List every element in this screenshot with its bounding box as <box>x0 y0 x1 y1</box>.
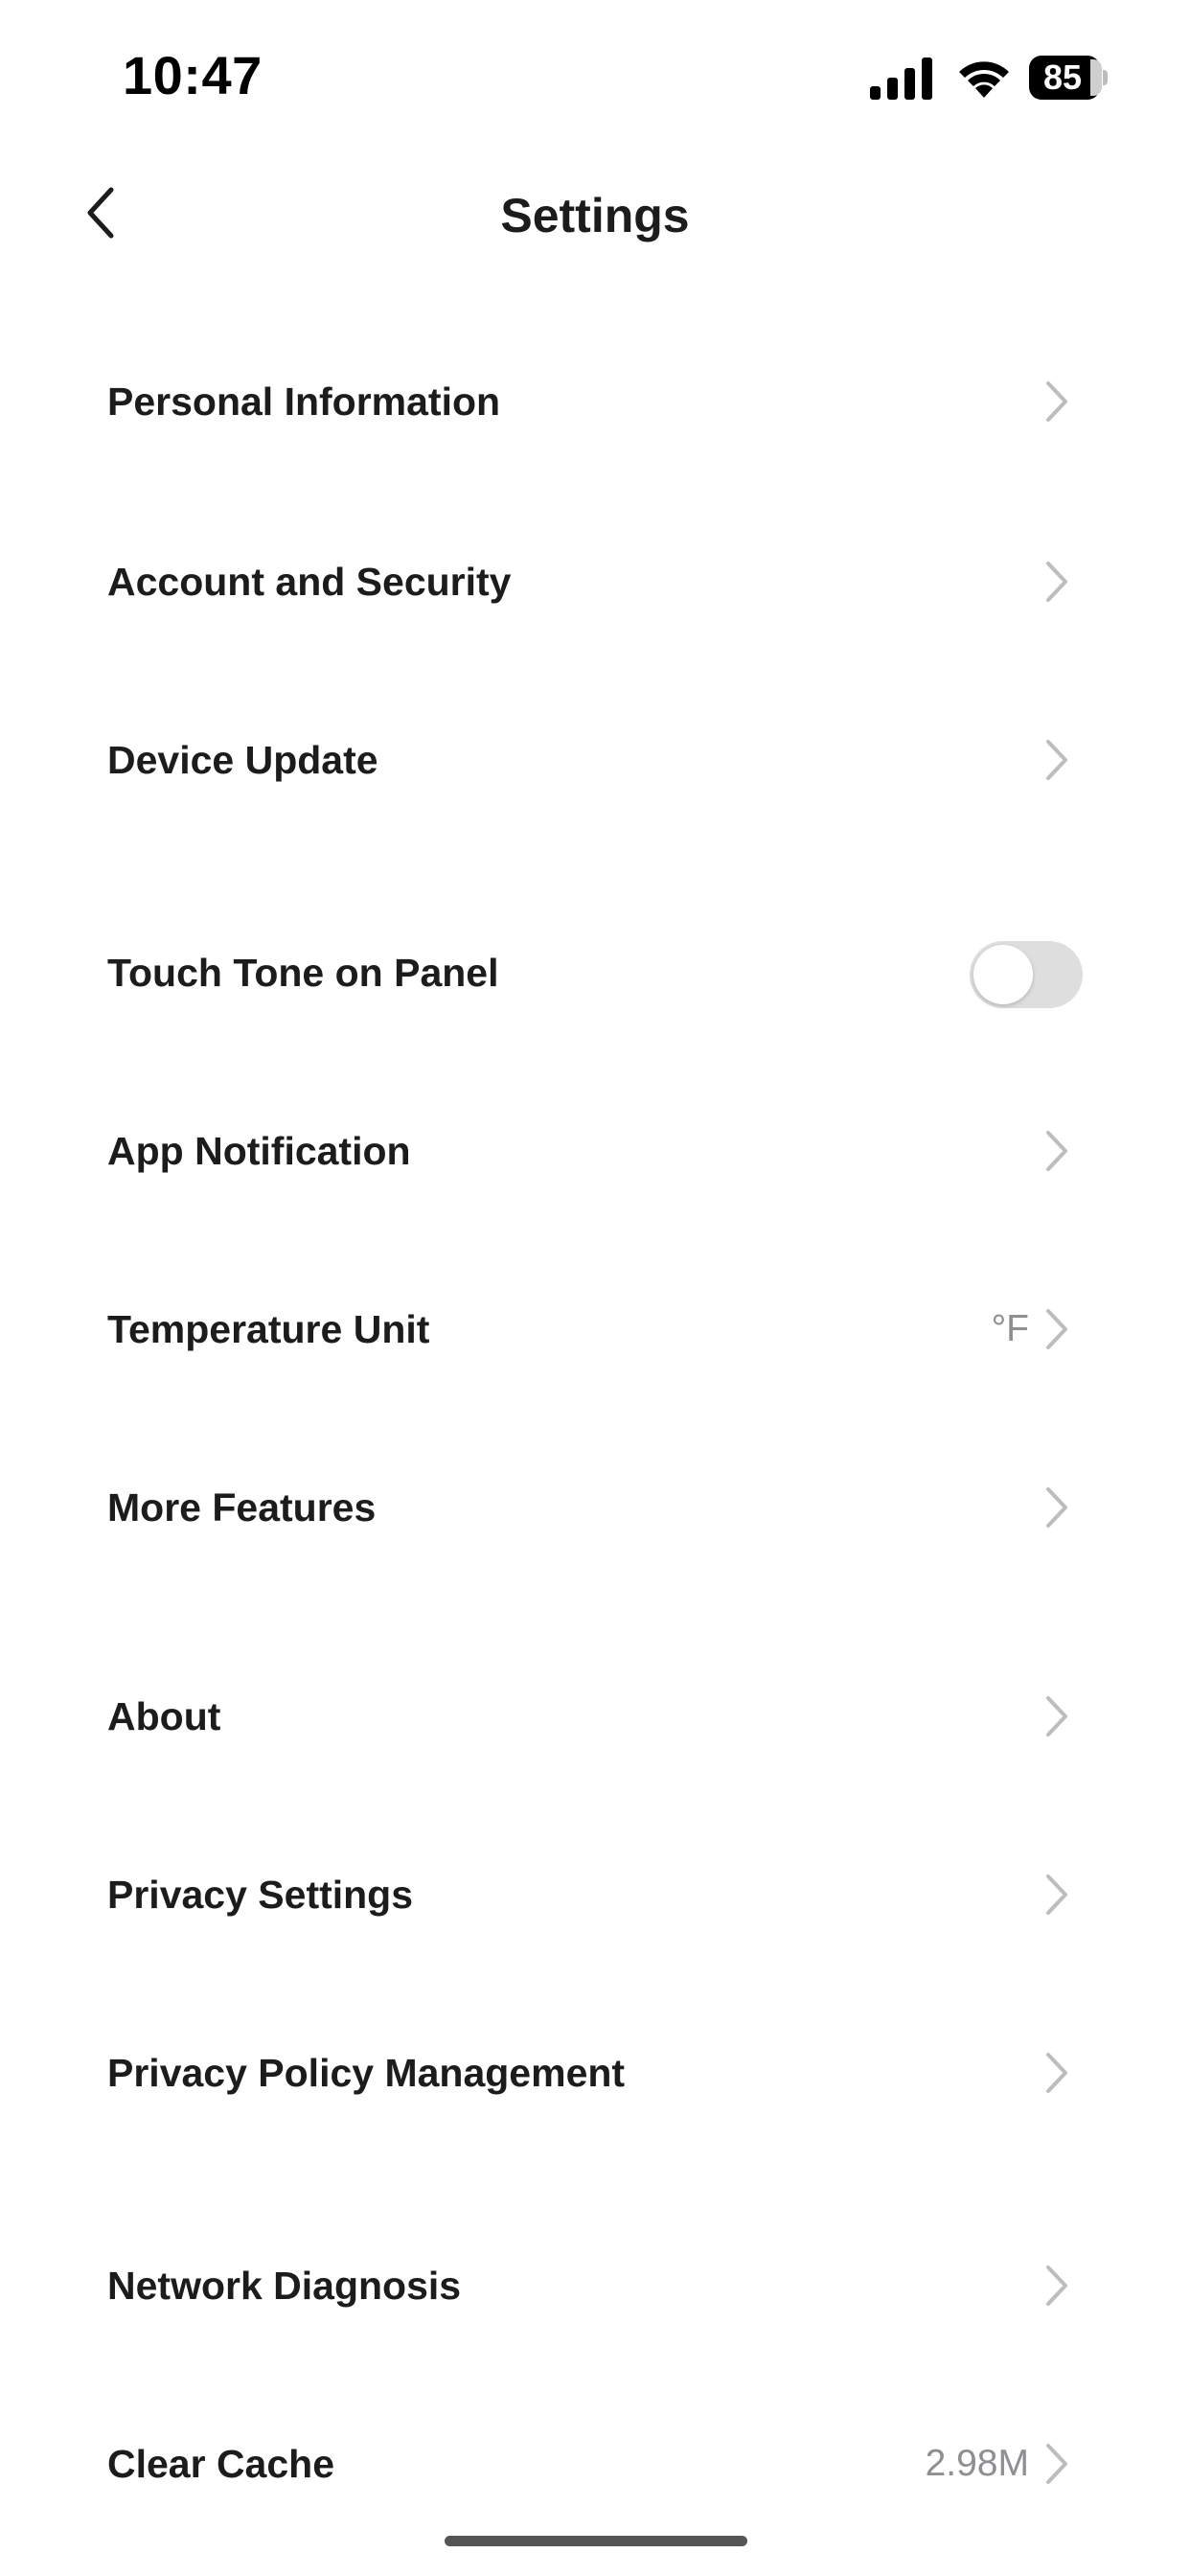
status-time: 10:47 <box>123 45 263 105</box>
row-temperature-unit[interactable]: Temperature Unit °F <box>0 1240 1190 1418</box>
chevron-right-icon <box>1046 2444 1067 2484</box>
chevron-right-icon <box>1046 1131 1067 1171</box>
row-label: Network Diagnosis <box>107 2264 462 2308</box>
row-privacy-policy-management[interactable]: Privacy Policy Management <box>0 1984 1190 2162</box>
row-label: App Notification <box>107 1129 411 1173</box>
back-button[interactable] <box>67 174 134 251</box>
row-more-features[interactable]: More Features <box>0 1418 1190 1597</box>
chevron-right-icon <box>1046 381 1067 422</box>
row-label: More Features <box>107 1485 377 1530</box>
chevron-right-icon <box>1046 1874 1067 1915</box>
toggle-knob <box>973 945 1033 1004</box>
chevron-right-icon <box>1046 1487 1067 1528</box>
chevron-right-icon <box>1046 562 1067 602</box>
battery-percentage: 85 <box>1042 58 1083 97</box>
touch-tone-toggle[interactable] <box>970 941 1083 1008</box>
chevron-right-icon <box>1046 2266 1067 2306</box>
battery-icon: 85 <box>1029 56 1108 100</box>
row-label: Touch Tone on Panel <box>107 951 499 995</box>
page-title: Settings <box>500 189 690 242</box>
cellular-signal-icon <box>870 58 932 100</box>
row-clear-cache[interactable]: Clear Cache 2.98M <box>0 2375 1190 2553</box>
chevron-right-icon <box>1046 1309 1067 1349</box>
row-about[interactable]: About <box>0 1627 1190 1806</box>
row-privacy-settings[interactable]: Privacy Settings <box>0 1806 1190 1984</box>
status-bar: 10:47 85 <box>0 0 1190 153</box>
home-indicator[interactable] <box>445 2536 747 2546</box>
row-label: Personal Information <box>107 380 501 424</box>
status-icons: 85 <box>870 52 1119 109</box>
row-label: Privacy Settings <box>107 1873 414 1917</box>
row-label: Account and Security <box>107 560 512 604</box>
chevron-right-icon <box>1046 1696 1067 1736</box>
wifi-icon <box>959 61 1009 98</box>
row-label: Temperature Unit <box>107 1307 430 1351</box>
row-app-notification[interactable]: App Notification <box>0 1062 1190 1240</box>
temperature-unit-value: °F <box>991 1308 1029 1349</box>
row-label: Device Update <box>107 738 378 782</box>
row-network-diagnosis[interactable]: Network Diagnosis <box>0 2196 1190 2375</box>
chevron-right-icon <box>1046 740 1067 780</box>
row-label: Clear Cache <box>107 2442 335 2486</box>
battery-cap <box>1103 70 1108 85</box>
row-label: Privacy Policy Management <box>107 2051 626 2095</box>
navigation-bar: Settings <box>0 153 1190 278</box>
row-touch-tone: Touch Tone on Panel <box>0 884 1190 1062</box>
row-account-security[interactable]: Account and Security <box>0 493 1190 671</box>
row-device-update[interactable]: Device Update <box>0 671 1190 849</box>
settings-screen: 10:47 85 Settings Personal Information A… <box>0 0 1190 2576</box>
chevron-right-icon <box>1046 2053 1067 2093</box>
row-personal-information[interactable]: Personal Information <box>0 312 1190 491</box>
row-label: About <box>107 1694 221 1738</box>
cache-size-value: 2.98M <box>925 2443 1029 2484</box>
chevron-left-icon <box>87 187 114 239</box>
